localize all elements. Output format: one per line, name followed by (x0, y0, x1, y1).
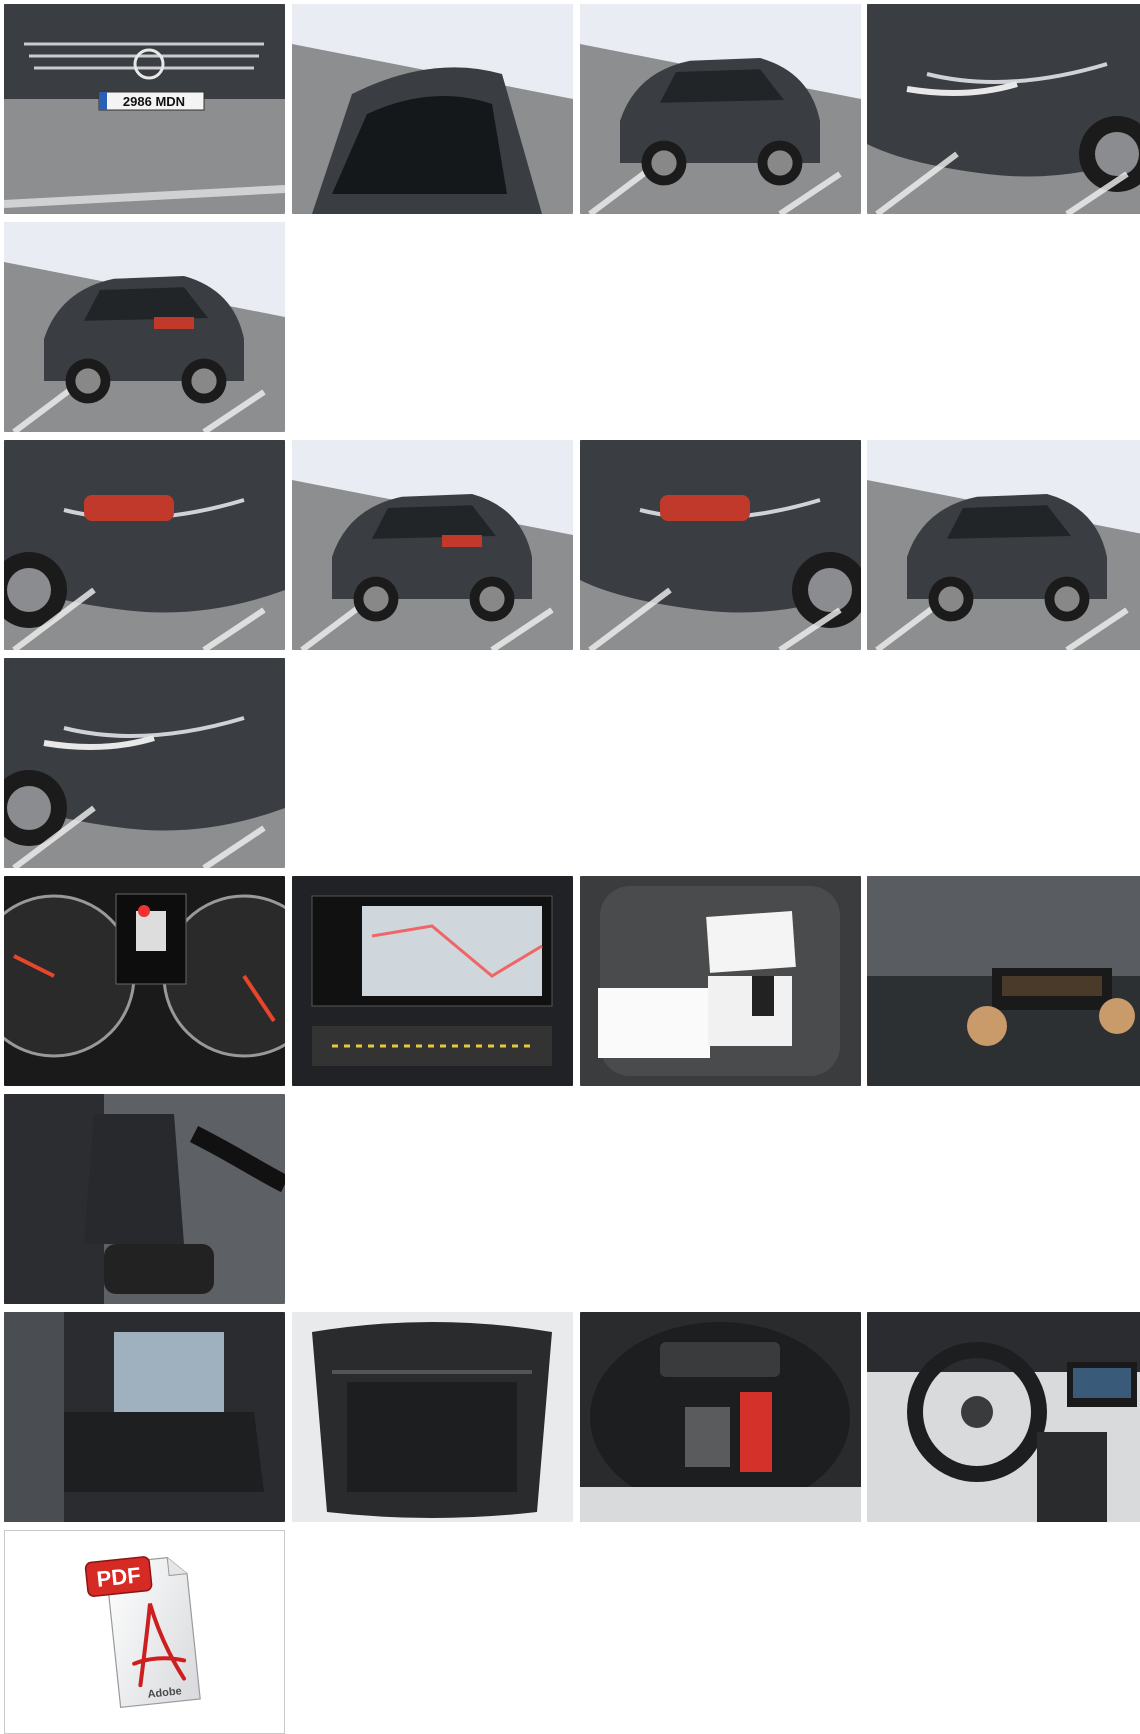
photo-thumbnail[interactable] (292, 1312, 573, 1522)
photo-image (867, 4, 1140, 214)
pdf-document-link[interactable]: PDF Adobe (4, 1530, 285, 1734)
photo-thumbnail[interactable] (867, 440, 1140, 650)
photo-thumbnail[interactable] (580, 1312, 861, 1522)
photo-image (4, 876, 285, 1086)
photo-thumbnail[interactable] (4, 1312, 285, 1522)
photo-image (292, 1312, 573, 1522)
photo-thumbnail[interactable]: 2986 MDN (4, 4, 285, 214)
photo-thumbnail[interactable] (4, 222, 285, 432)
photo-thumbnail[interactable] (867, 876, 1140, 1086)
photo-thumbnail[interactable] (292, 4, 573, 214)
photo-image (4, 658, 285, 868)
photo-image: 2986 MDN (4, 4, 285, 214)
photo-thumbnail[interactable] (292, 876, 573, 1086)
photo-thumbnail[interactable] (4, 440, 285, 650)
photo-thumbnail[interactable] (580, 876, 861, 1086)
photo-gallery: 2986 MDN (0, 0, 1140, 1734)
photo-image (4, 1312, 285, 1522)
photo-image (4, 1094, 285, 1304)
photo-thumbnail[interactable] (4, 1094, 285, 1304)
photo-image (867, 876, 1140, 1086)
photo-image (580, 1312, 861, 1522)
pdf-badge-label: PDF (95, 1562, 141, 1591)
photo-image (292, 876, 573, 1086)
photo-image (580, 876, 861, 1086)
photo-image (867, 1312, 1140, 1522)
photo-thumbnail[interactable] (867, 4, 1140, 214)
photo-image (867, 440, 1140, 650)
photo-image (580, 440, 861, 650)
photo-thumbnail[interactable] (867, 1312, 1140, 1522)
photo-thumbnail[interactable] (580, 440, 861, 650)
photo-thumbnail[interactable] (580, 4, 861, 214)
pdf-document-icon: PDF Adobe (84, 1556, 201, 1709)
photo-image (580, 4, 861, 214)
photo-image (4, 440, 285, 650)
photo-image (292, 440, 573, 650)
license-plate-text: 2986 MDN (123, 94, 185, 109)
photo-image (4, 222, 285, 432)
photo-thumbnail[interactable] (4, 658, 285, 868)
photo-thumbnail[interactable] (292, 440, 573, 650)
photo-thumbnail[interactable] (4, 876, 285, 1086)
photo-image (292, 4, 573, 214)
